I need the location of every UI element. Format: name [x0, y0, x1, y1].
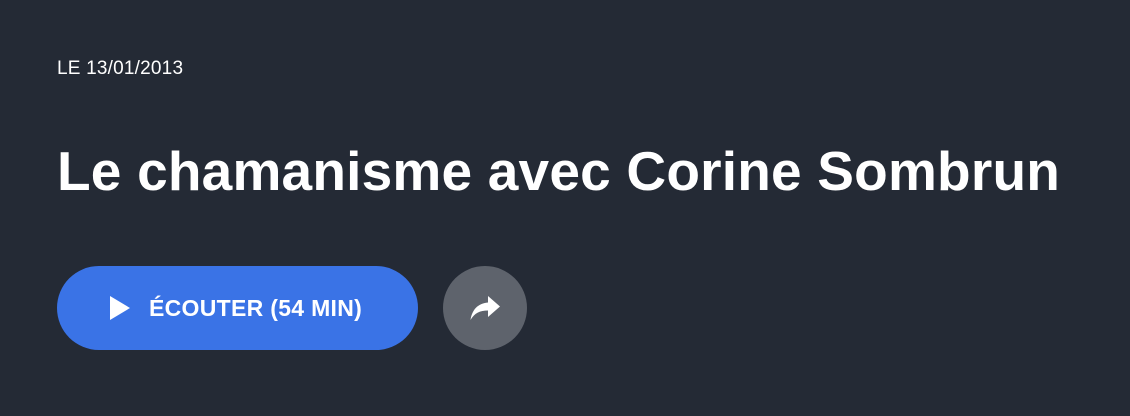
episode-title: Le chamanisme avec Corine Sombrun	[57, 140, 1061, 202]
play-icon	[109, 295, 131, 321]
share-icon	[469, 294, 501, 322]
episode-date: LE 13/01/2013	[57, 58, 184, 79]
episode-actions: ÉCOUTER (54 MIN)	[57, 266, 527, 350]
share-button[interactable]	[443, 266, 527, 350]
listen-button-label: ÉCOUTER (54 MIN)	[149, 294, 363, 321]
listen-button[interactable]: ÉCOUTER (54 MIN)	[57, 266, 418, 350]
